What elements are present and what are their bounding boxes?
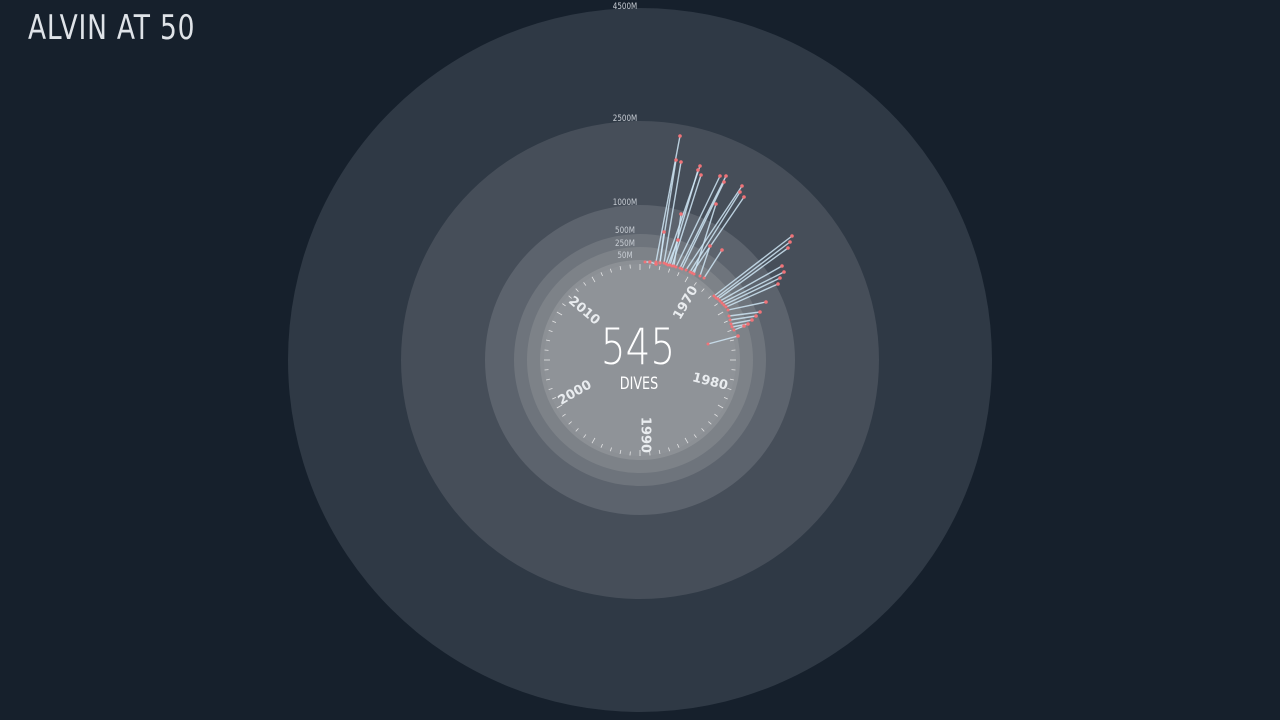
dive-start (648, 260, 652, 264)
depth-ring-label: 4500M (613, 0, 637, 11)
dive-endpoint (758, 310, 762, 314)
dive-endpoint (750, 318, 754, 322)
dive-start (698, 274, 702, 278)
dive-endpoint (788, 240, 792, 244)
depth-ring-label: 500M (615, 224, 635, 235)
dive-endpoint (676, 238, 680, 242)
dive-start (706, 342, 710, 346)
dive-start (658, 261, 662, 265)
dive-start (674, 265, 678, 269)
dive-endpoint (778, 276, 782, 280)
dive-endpoint (738, 190, 742, 194)
dives-label: DIVES (620, 373, 658, 393)
dive-endpoint (679, 160, 683, 164)
dive-start (702, 276, 706, 280)
dive-endpoint (742, 195, 746, 199)
dive-endpoint (740, 184, 744, 188)
depth-ring-label: 1000M (613, 196, 637, 207)
dive-endpoint (736, 334, 740, 338)
dive-start (729, 322, 733, 326)
dive-endpoint (790, 234, 794, 238)
dive-endpoint (699, 173, 703, 177)
dive-endpoint (754, 314, 758, 318)
dive-endpoint (708, 244, 712, 248)
dive-endpoint (786, 246, 790, 250)
dive-start (730, 325, 734, 329)
dive-start (732, 328, 736, 332)
dive-endpoint (780, 264, 784, 268)
dive-endpoint (722, 180, 726, 184)
dive-start (724, 305, 728, 309)
dive-start (728, 318, 732, 322)
dive-start (666, 263, 670, 267)
dive-start (692, 272, 696, 276)
depth-ring-label: 250M (615, 237, 635, 248)
dive-endpoint (696, 168, 700, 172)
dive-radial-chart: 4500M2500M1000M500M250M50M 1970198019902… (288, 0, 992, 712)
dive-endpoint (678, 134, 682, 138)
dive-endpoint (698, 164, 702, 168)
dive-endpoint (746, 322, 750, 326)
dive-start (684, 268, 688, 272)
dive-count: 545 (601, 317, 675, 376)
dive-endpoint (714, 202, 718, 206)
depth-ring-label: 50M (617, 249, 632, 260)
dive-endpoint (679, 212, 683, 216)
dive-endpoint (776, 282, 780, 286)
dive-start (727, 314, 731, 318)
depth-ring-label: 2500M (613, 112, 637, 123)
dive-endpoint (662, 230, 666, 234)
dive-start (726, 308, 730, 312)
year-label: 1990 (638, 417, 653, 453)
dive-endpoint (724, 174, 728, 178)
dive-endpoint (674, 158, 678, 162)
dive-start (680, 267, 684, 271)
dive-endpoint (720, 248, 724, 252)
dive-endpoint (718, 174, 722, 178)
dive-start (643, 260, 647, 264)
dive-endpoint (782, 270, 786, 274)
dive-endpoint (742, 324, 746, 328)
dive-endpoint (764, 300, 768, 304)
dive-endpoint (654, 262, 658, 266)
